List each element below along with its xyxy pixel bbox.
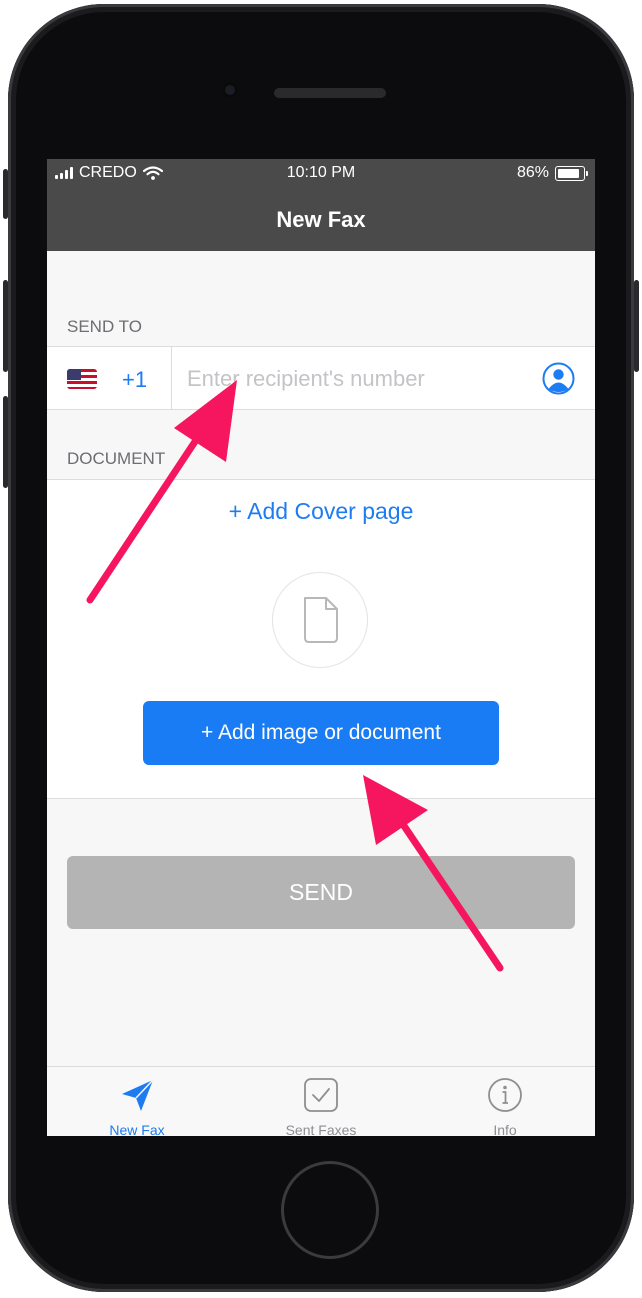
- send-to-row: +1: [47, 346, 595, 410]
- tab-new-fax[interactable]: New Fax: [67, 1067, 207, 1136]
- add-cover-page-link[interactable]: + Add Cover page: [47, 498, 595, 525]
- page-title: New Fax: [276, 207, 366, 232]
- earpiece-speaker: [274, 88, 386, 98]
- checkbox-icon: [304, 1078, 338, 1112]
- side-button-volume-down: [3, 396, 8, 488]
- recipient-number-input[interactable]: [187, 362, 537, 396]
- send-button[interactable]: SEND: [67, 856, 575, 929]
- side-button-silent: [3, 169, 8, 219]
- add-image-or-document-button[interactable]: + Add image or document: [143, 701, 499, 765]
- person-icon[interactable]: [542, 362, 575, 395]
- document-icon: [304, 597, 338, 643]
- side-button-volume-up: [3, 280, 8, 372]
- tab-label-info: Info: [493, 1122, 517, 1136]
- status-bar: CREDO 10:10 PM 86%: [47, 159, 595, 189]
- tab-label-new-fax: New Fax: [109, 1122, 165, 1136]
- document-placeholder: [272, 572, 368, 668]
- documents-header: DOCUMENT: [67, 449, 166, 468]
- front-camera: [222, 82, 238, 98]
- app-screen: CREDO 10:10 PM 86% New Fax SEND TO +1 DO…: [47, 159, 595, 1136]
- send-to-header: SEND TO: [67, 317, 142, 336]
- paper-plane-icon: [122, 1079, 154, 1111]
- navigation-bar: New Fax: [47, 189, 595, 251]
- battery-icon: [555, 165, 588, 181]
- tab-label-sent-faxes: Sent Faxes: [285, 1122, 357, 1136]
- side-button-power: [634, 280, 639, 372]
- tab-bar: New Fax Sent Faxes Info: [47, 1066, 595, 1136]
- documents-section: + Add Cover page + Add image or document: [47, 479, 595, 799]
- status-time: 10:10 PM: [286, 164, 356, 181]
- battery-percent: 86%: [516, 164, 549, 181]
- home-button[interactable]: [281, 1161, 379, 1259]
- info-icon: [488, 1078, 522, 1112]
- tab-info[interactable]: Info: [435, 1067, 575, 1136]
- us-flag-icon[interactable]: [67, 369, 97, 389]
- country-code[interactable]: +1: [122, 367, 147, 393]
- tab-sent-faxes[interactable]: Sent Faxes: [251, 1067, 391, 1136]
- row-divider: [171, 347, 172, 409]
